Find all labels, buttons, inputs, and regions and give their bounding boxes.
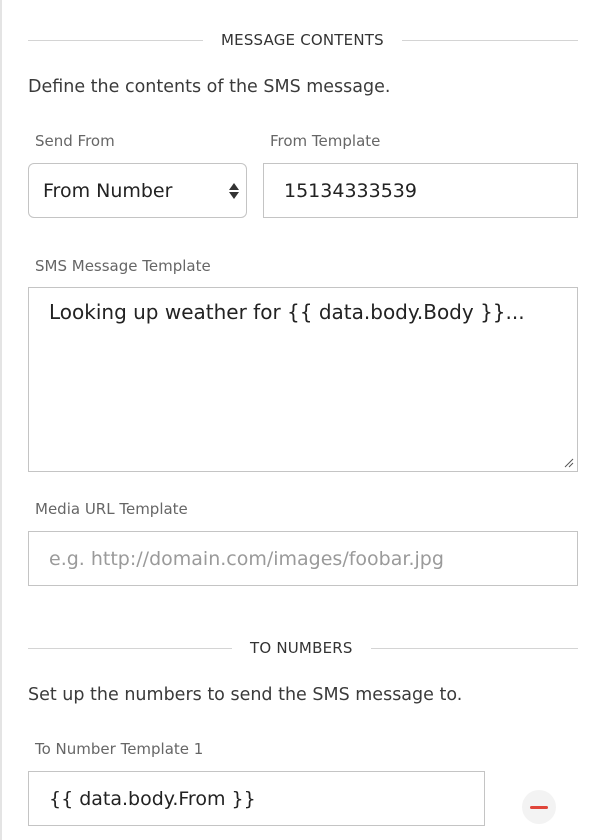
- send-from-label: Send From: [35, 132, 115, 150]
- from-template-value: 15134333539: [284, 179, 417, 202]
- to-number-template-value: {{ data.body.From }}: [49, 787, 256, 810]
- send-from-selected-value: From Number: [43, 179, 173, 202]
- divider-line: [401, 39, 578, 41]
- sms-template-value: Looking up weather for {{ data.body.Body…: [49, 300, 525, 324]
- divider-line: [28, 647, 232, 649]
- sms-settings-panel: MESSAGE CONTENTS Define the contents of …: [0, 0, 600, 840]
- to-numbers-title: TO NUMBERS: [250, 639, 353, 657]
- from-template-label: From Template: [270, 132, 381, 150]
- from-template-input[interactable]: 15134333539: [263, 163, 578, 218]
- message-contents-header: MESSAGE CONTENTS: [28, 30, 578, 50]
- media-url-placeholder: e.g. http://domain.com/images/foobar.jpg: [49, 547, 444, 570]
- to-numbers-header: TO NUMBERS: [28, 638, 578, 658]
- sms-template-label: SMS Message Template: [35, 257, 211, 275]
- remove-number-button[interactable]: [522, 790, 556, 824]
- sms-template-textarea[interactable]: Looking up weather for {{ data.body.Body…: [28, 287, 578, 472]
- minus-circle-icon: [530, 805, 548, 809]
- to-number-template-label: To Number Template 1: [35, 740, 204, 758]
- resize-handle-icon[interactable]: [564, 458, 574, 468]
- message-contents-description: Define the contents of the SMS message.: [28, 77, 391, 97]
- send-from-select[interactable]: From Number: [28, 163, 247, 218]
- divider-line: [28, 39, 203, 41]
- to-numbers-description: Set up the numbers to send the SMS messa…: [28, 685, 463, 705]
- to-number-template-input[interactable]: {{ data.body.From }}: [28, 771, 485, 826]
- media-url-input[interactable]: e.g. http://domain.com/images/foobar.jpg: [28, 531, 578, 586]
- up-down-chevron-icon: [228, 182, 240, 199]
- media-url-label: Media URL Template: [35, 500, 188, 518]
- message-contents-title: MESSAGE CONTENTS: [221, 31, 384, 49]
- divider-line: [370, 647, 578, 649]
